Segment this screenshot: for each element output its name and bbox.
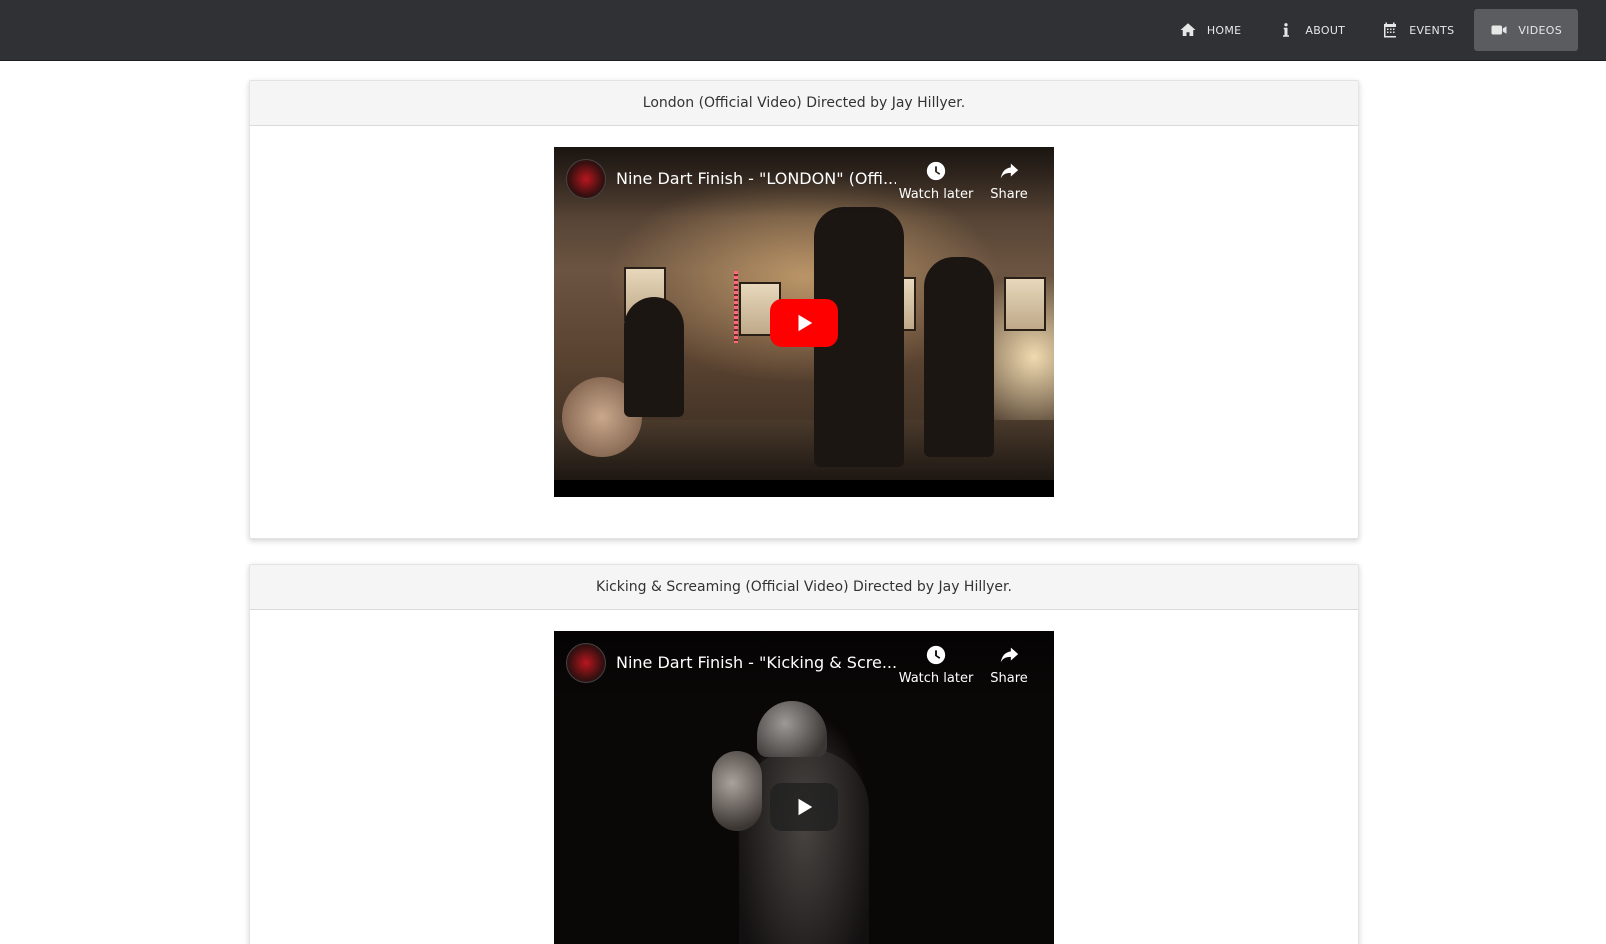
nav-item-videos[interactable]: VIDEOS (1474, 9, 1578, 51)
watch-later-label: Watch later (898, 671, 974, 686)
clock-icon (924, 643, 948, 667)
video-card: Kicking & Screaming (Official Video) Dir… (249, 564, 1359, 944)
play-icon (798, 314, 813, 332)
share-button[interactable]: Share (969, 159, 1049, 202)
nav-item-label: VIDEOS (1518, 23, 1562, 37)
home-icon (1179, 21, 1197, 39)
nav-item-about[interactable]: ABOUT (1261, 9, 1361, 51)
share-label: Share (990, 187, 1028, 202)
video-card: London (Official Video) Directed by Jay … (249, 80, 1359, 539)
top-navbar: HOME ABOUT EVENTS VIDEOS (0, 0, 1606, 61)
share-arrow-icon (997, 643, 1021, 667)
video-card-header: Kicking & Screaming (Official Video) Dir… (250, 565, 1358, 610)
calendar-icon (1381, 21, 1399, 39)
clock-icon (924, 159, 948, 183)
share-label: Share (990, 671, 1028, 686)
share-button[interactable]: Share (969, 643, 1049, 686)
watch-later-label: Watch later (898, 187, 974, 202)
nav-item-home[interactable]: HOME (1163, 9, 1258, 51)
nav-item-events[interactable]: EVENTS (1365, 9, 1470, 51)
video-embed[interactable]: Nine Dart Finish - "LONDON" (Offi... Wat… (554, 147, 1054, 497)
video-card-header: London (Official Video) Directed by Jay … (250, 81, 1358, 126)
video-title[interactable]: Nine Dart Finish - "LONDON" (Offi... (616, 169, 896, 188)
play-button[interactable] (770, 783, 838, 831)
channel-avatar[interactable] (566, 159, 606, 199)
nav-menu: HOME ABOUT EVENTS VIDEOS (1163, 9, 1578, 51)
share-arrow-icon (997, 159, 1021, 183)
nav-item-label: ABOUT (1305, 23, 1346, 37)
channel-avatar[interactable] (566, 643, 606, 683)
nav-item-label: EVENTS (1409, 23, 1455, 37)
video-title[interactable]: Nine Dart Finish - "Kicking & Scre... (616, 653, 896, 672)
nav-item-label: HOME (1206, 23, 1242, 37)
play-icon (798, 798, 813, 816)
video-camera-icon (1490, 21, 1508, 39)
video-embed[interactable]: Nine Dart Finish - "Kicking & Scre... Wa… (554, 631, 1054, 944)
info-icon (1277, 21, 1295, 39)
play-button[interactable] (770, 299, 838, 347)
watch-later-button[interactable]: Watch later (896, 159, 976, 202)
watch-later-button[interactable]: Watch later (896, 643, 976, 686)
